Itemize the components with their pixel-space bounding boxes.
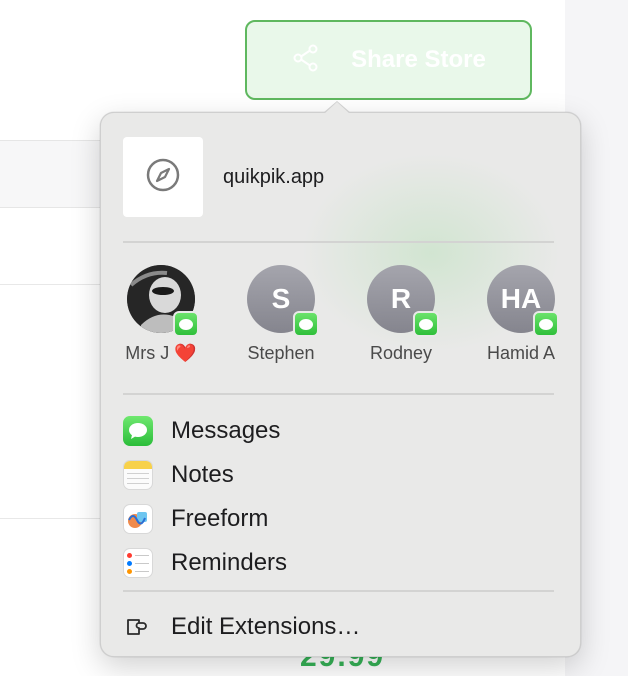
share-nodes-icon [291, 43, 321, 78]
shared-item-title: quikpik.app [223, 165, 325, 188]
edit-extensions-label: Edit Extensions… [171, 613, 361, 640]
person-name: Hamid A [486, 343, 556, 363]
avatar: R [367, 265, 439, 337]
share-store-button[interactable]: Share Store [245, 20, 532, 100]
edit-extensions-button[interactable]: Edit Extensions… [123, 609, 360, 645]
person-suggestion[interactable]: HA Hamid A [461, 265, 581, 364]
app-item-freeform[interactable]: Freeform [123, 497, 287, 541]
person-suggestion[interactable]: R Rodney [341, 265, 461, 364]
app-item-messages[interactable]: Messages [123, 409, 287, 453]
messages-badge-icon [413, 311, 439, 337]
share-popover: quikpik.app Mrs J ❤️ S Stephen R Rodney … [100, 101, 582, 657]
share-store-label: Share Store [351, 46, 486, 73]
messages-badge-icon [533, 311, 559, 337]
person-suggestion[interactable]: Mrs J ❤️ [101, 265, 221, 364]
avatar: S [247, 265, 319, 337]
people-suggestions: Mrs J ❤️ S Stephen R Rodney HA Hamid A [101, 265, 582, 375]
person-name: Rodney [369, 343, 433, 363]
app-label: Reminders [171, 549, 288, 576]
person-name: Mrs J ❤️ [125, 343, 197, 363]
avatar: HA [487, 265, 559, 337]
person-suggestion[interactable]: S Stephen [221, 265, 341, 364]
site-thumbnail [123, 137, 203, 217]
divider [123, 393, 554, 395]
app-label: Freeform [171, 505, 269, 532]
messages-badge-icon [293, 311, 319, 337]
app-item-notes[interactable]: Notes [123, 453, 287, 497]
share-apps-list: Messages Notes Freeform Reminders [123, 409, 287, 585]
extensions-icon [123, 612, 153, 642]
messages-app-icon [123, 416, 153, 446]
app-label: Notes [171, 461, 234, 488]
reminders-app-icon [123, 548, 153, 578]
messages-badge-icon [173, 311, 199, 337]
avatar-initials: S [271, 283, 291, 314]
notes-app-icon [123, 460, 153, 490]
divider [123, 590, 554, 592]
compass-icon [145, 157, 181, 198]
avatar [127, 265, 199, 337]
avatar-initials: R [390, 283, 412, 314]
shared-item-row: quikpik.app [123, 137, 324, 217]
divider [123, 241, 554, 243]
app-item-reminders[interactable]: Reminders [123, 541, 287, 585]
app-label: Messages [171, 417, 281, 444]
avatar-initials: HA [500, 283, 542, 314]
freeform-app-icon [123, 504, 153, 534]
person-name: Stephen [247, 343, 315, 363]
